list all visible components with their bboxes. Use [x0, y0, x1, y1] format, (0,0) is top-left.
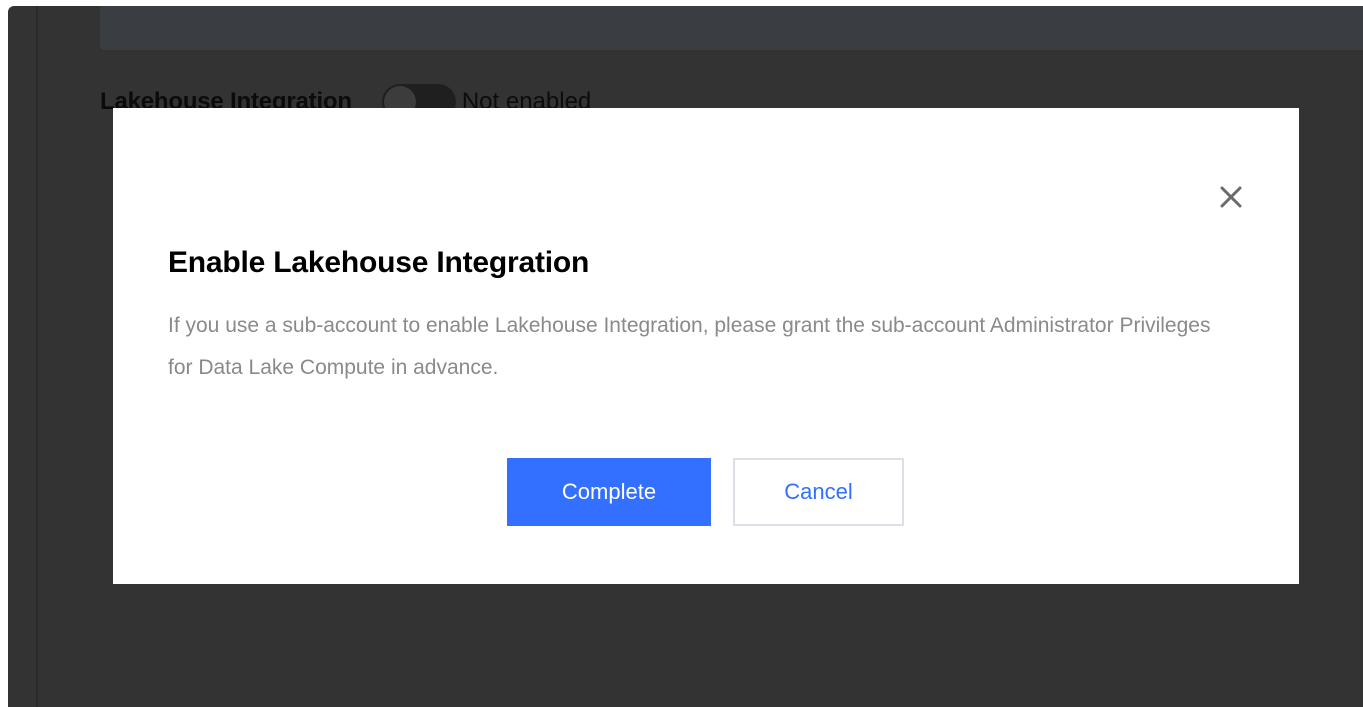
screen: Lakehouse Integration Not enabled Enable…: [0, 0, 1363, 707]
enable-lakehouse-dialog: Enable Lakehouse Integration If you use …: [113, 108, 1299, 584]
cancel-button[interactable]: Cancel: [733, 458, 904, 526]
sidebar-divider: [36, 6, 38, 707]
complete-button[interactable]: Complete: [507, 458, 711, 526]
close-icon[interactable]: [1216, 182, 1246, 212]
dialog-title: Enable Lakehouse Integration: [168, 246, 590, 279]
dialog-description: If you use a sub-account to enable Lakeh…: [168, 314, 1211, 379]
top-info-panel: [100, 6, 1363, 50]
